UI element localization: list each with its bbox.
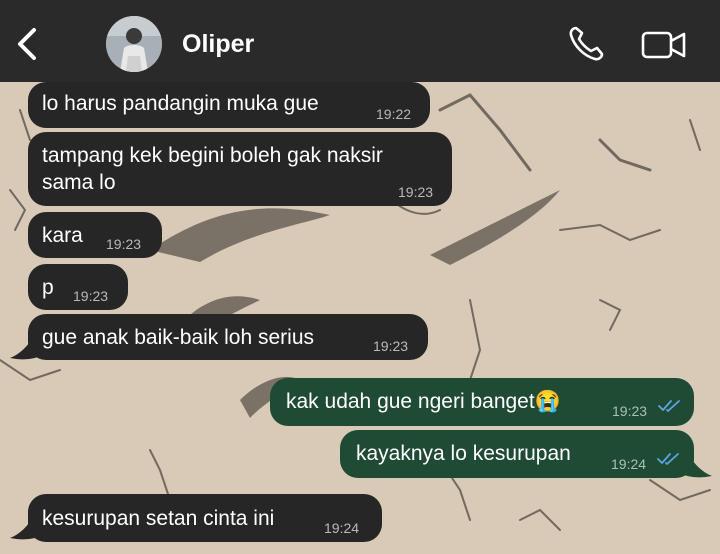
message-bubble-incoming[interactable]: p 19:23 <box>28 264 128 310</box>
chat-header: Oliper <box>0 0 720 82</box>
message-time: 19:24 <box>324 520 360 536</box>
message-time: 19:22 <box>376 106 412 122</box>
message-text: kayaknya lo kesurupan <box>356 442 571 465</box>
message-bubble-incoming[interactable]: gue anak baik-baik loh serius 19:23 <box>28 314 428 360</box>
message-time: 19:23 <box>398 184 434 200</box>
message-time: 19:23 <box>73 288 109 304</box>
message-bubble-outgoing[interactable]: kayaknya lo kesurupan 19:24 <box>340 430 694 478</box>
double-check-icon <box>657 453 679 465</box>
message-time: 19:23 <box>106 236 142 252</box>
message-text: gue anak baik-baik loh serius <box>42 326 314 349</box>
message-bubble-incoming[interactable]: kara 19:23 <box>28 212 162 258</box>
double-check-icon <box>658 400 680 412</box>
video-camera-icon[interactable] <box>640 28 688 62</box>
avatar[interactable] <box>106 16 162 72</box>
bubble-tail <box>682 456 712 478</box>
phone-icon[interactable] <box>566 24 606 64</box>
message-text: kesurupan setan cinta ini <box>42 507 275 530</box>
contact-name[interactable]: Oliper <box>182 30 254 59</box>
message-text: p <box>42 276 54 299</box>
message-text: kak udah gue ngeri banget😭 <box>286 390 561 413</box>
message-bubble-outgoing[interactable]: kak udah gue ngeri banget😭 19:23 <box>270 378 694 426</box>
message-bubble-incoming[interactable]: lo harus pandangin muka gue 19:22 <box>28 82 430 128</box>
message-text: tampang kek begini boleh gak naksir sama… <box>42 144 383 194</box>
message-time: 19:23 <box>612 403 648 419</box>
message-time: 19:24 <box>611 456 647 472</box>
message-text: lo harus pandangin muka gue <box>42 92 319 115</box>
message-bubble-incoming[interactable]: tampang kek begini boleh gak naksir sama… <box>28 132 452 206</box>
back-chevron-icon[interactable] <box>14 24 42 64</box>
message-bubble-incoming[interactable]: kesurupan setan cinta ini 19:24 <box>28 494 382 542</box>
message-text: kara <box>42 224 83 247</box>
message-time: 19:23 <box>373 338 409 354</box>
